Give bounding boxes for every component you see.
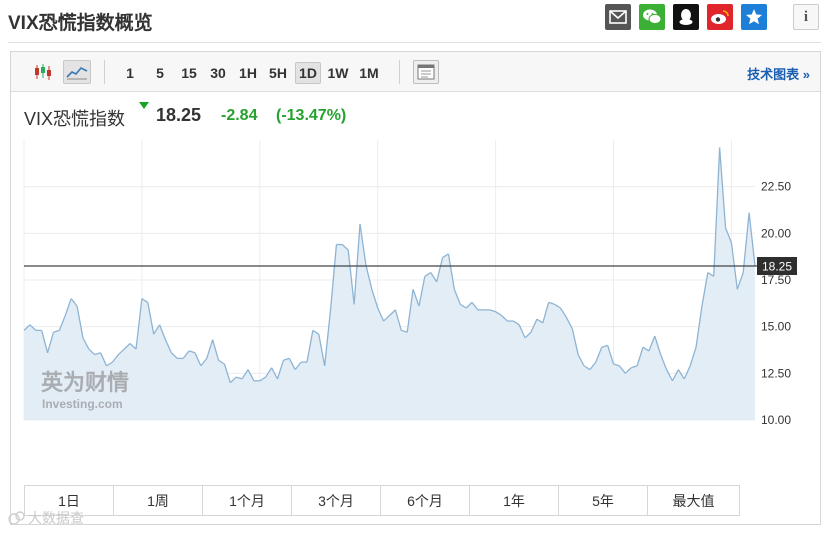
- chart-toolbar: 1 5 15 30 1H 5H 1D 1W 1M 技术图表 »: [11, 52, 820, 92]
- down-arrow-icon: [139, 102, 149, 109]
- period-tab-1m[interactable]: 1个月: [203, 486, 292, 515]
- period-tab-5y[interactable]: 5年: [559, 486, 648, 515]
- candlestick-chart-button[interactable]: [31, 60, 55, 84]
- bottom-watermark: 大数据查: [8, 508, 84, 528]
- wechat-share-button[interactable]: [639, 4, 665, 30]
- chart-panel: 1 5 15 30 1H 5H 1D 1W 1M 技术图表 » VIX恐慌指数 …: [10, 51, 821, 525]
- weibo-icon: [711, 10, 729, 24]
- period-tab-1y[interactable]: 1年: [470, 486, 559, 515]
- period-tab-1w[interactable]: 1周: [114, 486, 203, 515]
- toolbar-divider: [399, 60, 400, 84]
- range-1d[interactable]: 1D: [295, 62, 321, 84]
- y-tick-label: 17.50: [761, 273, 791, 287]
- candlestick-icon: [35, 64, 51, 80]
- qq-share-button[interactable]: [673, 4, 699, 30]
- toolbar-divider: [104, 60, 105, 84]
- mail-share-button[interactable]: [605, 4, 631, 30]
- share-bar: [605, 4, 767, 30]
- range-1m[interactable]: 1M: [355, 62, 383, 84]
- watermark-logo-icon: [8, 511, 25, 525]
- area-chart-button[interactable]: [63, 60, 91, 84]
- wechat-icon: [643, 9, 662, 25]
- qzone-share-button[interactable]: [741, 4, 767, 30]
- quote-change-percent: (-13.47%): [276, 107, 347, 124]
- y-tick-label: 20.00: [761, 226, 791, 240]
- quote-name: VIX恐慌指数: [24, 109, 126, 129]
- range-1w[interactable]: 1W: [324, 62, 352, 84]
- panel-layout-icon: [417, 64, 435, 80]
- watermark-en-text: Investing.com: [42, 397, 123, 411]
- range-1h[interactable]: 1H: [235, 62, 261, 84]
- area-chart-icon: [66, 67, 88, 80]
- mail-icon: [609, 10, 627, 24]
- bottom-watermark-text: 大数据查: [28, 510, 84, 526]
- qzone-icon: [746, 9, 762, 25]
- quote-change: -2.84: [221, 107, 258, 124]
- range-30[interactable]: 30: [206, 62, 230, 84]
- quote-price: 18.25: [156, 105, 202, 125]
- chart-settings-button[interactable]: [413, 60, 439, 84]
- period-tab-3m[interactable]: 3个月: [292, 486, 381, 515]
- page-title: VIX恐慌指数概览: [8, 13, 153, 34]
- y-tick-label: 15.00: [761, 320, 791, 334]
- watermark-cn-text: 英为财情: [41, 370, 129, 396]
- y-tick-label: 10.00: [761, 413, 791, 427]
- title-divider: [8, 42, 821, 43]
- period-tab-max[interactable]: 最大值: [648, 486, 739, 515]
- qq-icon: [679, 9, 693, 25]
- vix-area-chart: 英为财情Investing.com 18.25 10.00 12.50 15.00 17.…: [23, 140, 797, 427]
- range-15[interactable]: 15: [177, 62, 201, 84]
- y-tick-label: 12.50: [761, 366, 791, 380]
- tech-chart-link[interactable]: 技术图表 »: [747, 64, 810, 83]
- range-5[interactable]: 5: [152, 62, 168, 84]
- investing-watermark: 英为财情Investing.com: [41, 370, 129, 411]
- y-tick-label: 22.50: [761, 180, 791, 194]
- info-button[interactable]: i: [793, 4, 819, 30]
- period-selector: 1日 1周 1个月 3个月 6个月 1年 5年 最大值: [24, 485, 740, 516]
- weibo-share-button[interactable]: [707, 4, 733, 30]
- range-1[interactable]: 1: [122, 62, 138, 84]
- range-5h[interactable]: 5H: [265, 62, 291, 84]
- current-price-label: 18.25: [762, 260, 792, 274]
- period-tab-6m[interactable]: 6个月: [381, 486, 470, 515]
